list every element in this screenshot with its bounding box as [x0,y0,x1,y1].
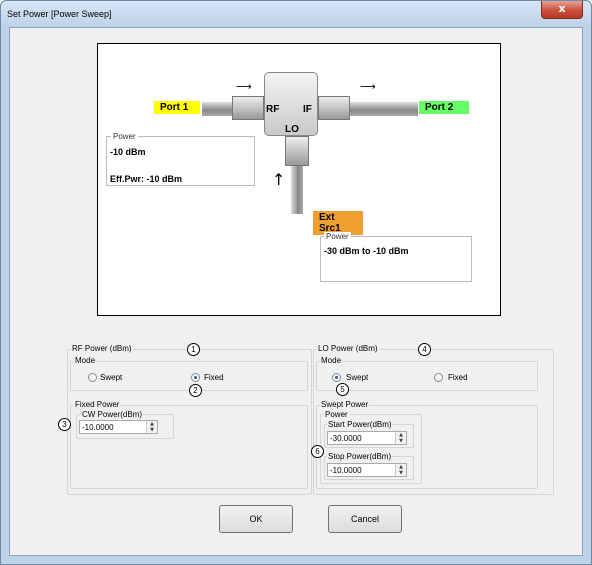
rf-connector [232,96,264,120]
rf-arrow-icon: ⟶ [236,80,252,93]
close-button[interactable]: x [541,1,583,19]
spin-down-icon[interactable]: ▼ [396,438,406,444]
lo-connector [285,136,309,166]
lo-power-box-label: Power [324,232,351,241]
lo-inner-power-label: Power [324,410,349,419]
ok-button[interactable]: OK [219,505,293,533]
if-arrow-icon: ⟶ [360,80,376,93]
port1-tag[interactable]: Port 1 [154,101,200,114]
callout-6: 6 [311,445,324,458]
callout-5: 5 [336,383,349,396]
rf-power-group-label: RF Power (dBm) [71,344,133,353]
lo-swept-label[interactable]: Swept [346,373,368,382]
cw-power-value[interactable]: -10.0000 [82,423,114,432]
dialog-body: ⟶ ⟶ ↑ RF IF LO Port 1 Port 2 Ext Src1 Po… [9,27,583,556]
callout-4: 4 [418,343,431,356]
rf-fixed-radio[interactable] [191,373,200,382]
spin-down-icon[interactable]: ▼ [147,427,157,433]
stop-power-spin-buttons[interactable]: ▲ ▼ [395,464,406,476]
port2-tag[interactable]: Port 2 [419,101,469,114]
if-connector [318,96,350,120]
port2-cable [350,102,418,116]
rf-fixed-power-label: Fixed Power [74,400,121,409]
rf-power-value: -10 dBm [110,147,146,157]
lo-power-value: -30 dBm to -10 dBm [324,246,409,256]
stop-power-stepper[interactable]: -10.0000 ▲ ▼ [327,463,407,477]
window-title: Set Power [Power Sweep] [7,9,112,19]
start-power-value[interactable]: -30.0000 [330,434,362,443]
lo-fixed-label[interactable]: Fixed [448,373,468,382]
stop-power-value[interactable]: -10.0000 [330,466,362,475]
callout-1: 1 [187,343,200,356]
lo-power-box[interactable] [320,236,472,282]
rf-fixed-label[interactable]: Fixed [204,373,224,382]
rf-label: RF [266,104,280,115]
lo-cable [291,166,303,214]
lo-mode-label: Mode [320,356,343,365]
cw-power-label: CW Power(dBm) [81,410,144,419]
port1-cable [202,102,234,116]
mixer-diagram: ⟶ ⟶ ↑ RF IF LO Port 1 Port 2 Ext Src1 Po… [97,43,501,316]
lo-swept-radio[interactable] [332,373,341,382]
start-power-label: Start Power(dBm) [327,420,393,429]
spin-down-icon[interactable]: ▼ [396,470,406,476]
lo-swept-power-label: Swept Power [320,400,370,409]
dialog-window: Set Power [Power Sweep] x ⟶ ⟶ ↑ RF IF LO… [0,0,592,565]
lo-arrow-icon: ↑ [272,170,286,189]
lo-power-group-label: LO Power (dBm) [317,344,379,353]
lo-fixed-radio[interactable] [434,373,443,382]
rf-power-box-label: Power [111,132,138,141]
title-bar[interactable]: Set Power [Power Sweep] x [1,1,591,27]
callout-2: 2 [189,384,202,397]
rf-eff-power: Eff.Pwr: -10 dBm [110,174,183,184]
start-power-spin-buttons[interactable]: ▲ ▼ [395,432,406,444]
cancel-button[interactable]: Cancel [328,505,402,533]
stop-power-label: Stop Power(dBm) [327,452,393,461]
rf-swept-radio[interactable] [88,373,97,382]
if-label: IF [303,104,312,115]
cw-power-stepper[interactable]: -10.0000 ▲ ▼ [79,420,158,434]
rf-mode-label: Mode [74,356,97,365]
start-power-stepper[interactable]: -30.0000 ▲ ▼ [327,431,407,445]
rf-swept-label[interactable]: Swept [100,373,122,382]
lo-label: LO [285,124,299,135]
cw-power-spin-buttons[interactable]: ▲ ▼ [146,421,157,433]
callout-3: 3 [58,418,71,431]
